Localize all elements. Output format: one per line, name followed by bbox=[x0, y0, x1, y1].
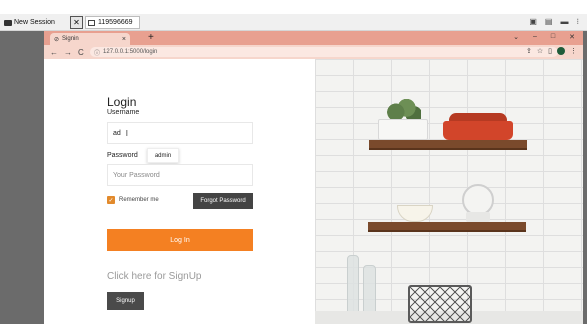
wire-basket bbox=[408, 285, 472, 323]
login-title: Login bbox=[107, 95, 137, 109]
autocomplete-suggestion[interactable]: admin bbox=[147, 148, 179, 163]
minimize-icon[interactable]: – bbox=[533, 33, 537, 41]
bowl bbox=[397, 205, 433, 222]
globe-icon: ⊘ bbox=[54, 36, 60, 43]
close-session-tab[interactable]: ✕ bbox=[70, 16, 83, 29]
glass-bottle bbox=[347, 255, 359, 317]
password-label: Password bbox=[107, 152, 138, 159]
remember-me[interactable]: ✓ Remember me bbox=[107, 196, 159, 204]
top-shelf bbox=[369, 140, 527, 150]
tab-search-icon[interactable]: ⌄ bbox=[513, 33, 519, 41]
tab-title: Signin bbox=[62, 36, 79, 42]
url-text: 127.0.0.1:5000/login bbox=[103, 49, 158, 55]
site-info-icon[interactable]: ⓘ bbox=[94, 48, 100, 57]
more-icon[interactable]: ⁝ bbox=[576, 17, 579, 26]
toolbar-icons: ⇪ ☆ ▯ ⋮ bbox=[526, 47, 577, 55]
close-icon: ✕ bbox=[73, 18, 80, 27]
remote-session-bar: New Session ✕ 119596669 ▣ ▤ ▬ ⁝ bbox=[0, 14, 587, 31]
username-input[interactable]: ad I bbox=[107, 122, 253, 144]
share-icon[interactable]: ⇪ bbox=[526, 47, 532, 55]
star-icon[interactable]: ☆ bbox=[537, 47, 543, 55]
remote-id-tab[interactable]: 119596669 bbox=[85, 16, 140, 29]
password-placeholder: Your Password bbox=[113, 171, 160, 179]
forward-icon[interactable]: → bbox=[64, 48, 72, 57]
reload-icon[interactable]: C bbox=[78, 48, 84, 57]
browser-toolbar: ← → C ⓘ 127.0.0.1:5000/login ⇪ ☆ ▯ ⋮ bbox=[44, 45, 583, 59]
tab-signin[interactable]: ⊘ Signin × bbox=[50, 33, 130, 45]
plant-icon bbox=[385, 99, 421, 121]
new-tab-button[interactable]: + bbox=[148, 32, 154, 43]
forgot-password-button[interactable]: Forgot Password bbox=[193, 193, 253, 209]
back-icon[interactable]: ← bbox=[50, 48, 58, 57]
window-close-icon[interactable]: ✕ bbox=[569, 33, 575, 41]
scale-base bbox=[466, 212, 490, 222]
window-controls: ⌄ – □ ✕ bbox=[513, 33, 575, 41]
new-session-tab[interactable]: New Session bbox=[4, 16, 55, 29]
remember-label: Remember me bbox=[119, 197, 159, 203]
glass-bottle bbox=[363, 265, 376, 317]
bottom-shelf bbox=[368, 222, 526, 232]
planter bbox=[378, 119, 428, 140]
login-panel: Login Username ad I Password admin Your … bbox=[44, 59, 315, 324]
remote-window-controls: ▣ ▤ ▬ ⁝ bbox=[529, 17, 579, 26]
signup-prompt[interactable]: Click here for SignUp bbox=[107, 271, 201, 282]
grid-icon[interactable]: ▤ bbox=[545, 17, 553, 26]
page-content: Login Username ad I Password admin Your … bbox=[44, 59, 583, 324]
new-session-label: New Session bbox=[14, 19, 55, 26]
tab-close-icon[interactable]: × bbox=[122, 36, 126, 43]
browser-tab-strip: ⊘ Signin × + ⌄ – □ ✕ bbox=[44, 31, 583, 45]
text-cursor-icon: I bbox=[125, 128, 129, 138]
username-label: Username bbox=[107, 109, 140, 116]
password-input[interactable]: Your Password bbox=[107, 164, 253, 186]
remote-viewport-border-right bbox=[583, 31, 587, 324]
session-icon bbox=[4, 19, 12, 26]
username-value: ad bbox=[113, 129, 121, 137]
monitor-icon bbox=[88, 19, 95, 26]
baking-dish bbox=[443, 121, 513, 140]
signup-button[interactable]: Signup bbox=[107, 292, 144, 310]
remote-viewport-border-left bbox=[0, 31, 44, 324]
screen: New Session ✕ 119596669 ▣ ▤ ▬ ⁝ ⊘ Signin… bbox=[0, 0, 587, 324]
remember-checkbox[interactable]: ✓ bbox=[107, 196, 115, 204]
minus-icon[interactable]: ▬ bbox=[560, 17, 568, 26]
login-button[interactable]: Log In bbox=[107, 229, 253, 251]
address-bar[interactable]: ⓘ 127.0.0.1:5000/login bbox=[90, 47, 558, 57]
remote-id-label: 119596669 bbox=[98, 19, 133, 26]
profile-avatar[interactable] bbox=[557, 47, 565, 55]
maximize-icon[interactable]: □ bbox=[551, 33, 555, 41]
menu-icon[interactable]: ⋮ bbox=[570, 47, 577, 55]
sidebar-icon[interactable]: ▯ bbox=[548, 47, 552, 55]
screen-icon[interactable]: ▣ bbox=[529, 17, 537, 26]
browser-window: ⊘ Signin × + ⌄ – □ ✕ ← → C ⓘ 127.0.0.1:5… bbox=[44, 31, 583, 324]
kitchen-photo bbox=[315, 59, 583, 324]
